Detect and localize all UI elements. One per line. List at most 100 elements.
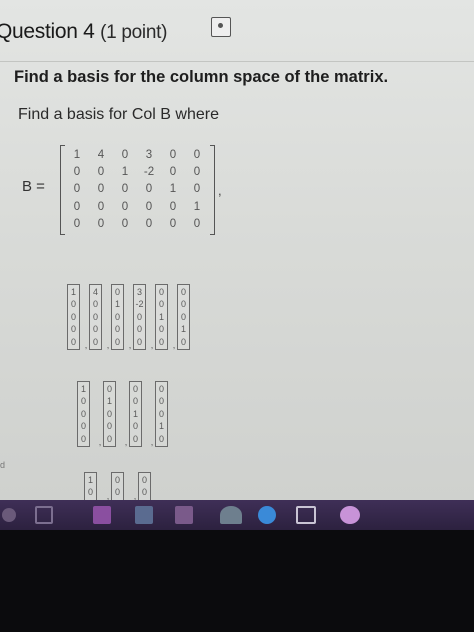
vector-entry: 1 bbox=[106, 396, 112, 407]
vector-entry: 0 bbox=[114, 336, 120, 347]
vector-entry: -2 bbox=[135, 299, 144, 310]
matrix-cell: 0 bbox=[145, 200, 153, 213]
vector: 00010 bbox=[155, 381, 168, 448]
app-icon[interactable] bbox=[93, 506, 111, 524]
vector-entry: 0 bbox=[141, 487, 147, 498]
vector: 00010 bbox=[177, 284, 190, 351]
vector-entry: 0 bbox=[136, 324, 142, 335]
vector-entry: 0 bbox=[92, 311, 98, 322]
matrix-cell: -2 bbox=[143, 166, 155, 179]
vector-entry: 0 bbox=[158, 287, 164, 297]
task-view-icon[interactable] bbox=[35, 506, 53, 524]
vector: 3 -2 0 0 0 bbox=[133, 284, 146, 351]
matrix-cell: 3 bbox=[145, 149, 153, 161]
vector-entry: 1 bbox=[180, 324, 186, 335]
vector-entry: 0 bbox=[158, 384, 164, 394]
vector-entry: 0 bbox=[114, 487, 120, 498]
matrix-cell: 0 bbox=[73, 183, 81, 196]
vector-entry: 0 bbox=[141, 475, 147, 485]
vector-entry: 0 bbox=[132, 384, 138, 394]
vector-entry: 1 bbox=[70, 287, 76, 297]
taskbar bbox=[0, 500, 474, 530]
vector-entry: 0 bbox=[70, 299, 76, 310]
matrix-cell: 0 bbox=[121, 183, 129, 196]
question-header: Question 4 (1 point) bbox=[0, 0, 474, 62]
vector-entry: 0 bbox=[70, 324, 76, 335]
vector-entry: 0 bbox=[92, 324, 98, 335]
vector-entry: 0 bbox=[87, 487, 93, 498]
vector-entry: 1 bbox=[132, 408, 138, 419]
matrix-cell: 4 bbox=[97, 149, 105, 161]
browser-viewport: Question 4 (1 point) Find a basis for th… bbox=[0, 0, 474, 500]
vector-entry: 0 bbox=[70, 336, 76, 347]
vector-entry: 0 bbox=[80, 421, 86, 432]
matrix-cell: 1 bbox=[193, 200, 201, 213]
matrix-cell: 0 bbox=[97, 200, 105, 213]
answer-option-a[interactable]: 1 0 0 0 0, 4 0 0 0 0, 0 1 0 0 0, 3 -2 0 0 0, 0 0 1 0 0, 0 0 0 1 0 bbox=[67, 284, 193, 351]
matrix-cell: 0 bbox=[169, 149, 177, 161]
bookmark-icon[interactable] bbox=[211, 17, 231, 37]
vector-entry: 0 bbox=[180, 311, 186, 322]
vector-entry: 1 bbox=[80, 384, 86, 394]
vector-entry: 0 bbox=[114, 311, 120, 322]
question-subprompt: Find a basis for Col B where bbox=[18, 106, 219, 123]
vector-entry: 0 bbox=[70, 311, 76, 322]
vector-entry: 0 bbox=[158, 336, 164, 347]
app-icon[interactable] bbox=[340, 506, 360, 524]
matrix-cell: 0 bbox=[193, 217, 201, 230]
matrix-cell: 0 bbox=[169, 217, 177, 230]
answer-option-c[interactable]: 10,00,00 bbox=[84, 472, 159, 500]
store-icon[interactable] bbox=[175, 506, 193, 524]
vector: 01000 bbox=[111, 284, 124, 351]
matrix-cell: 0 bbox=[121, 200, 129, 213]
question-points: (1 point) bbox=[100, 22, 168, 43]
matrix-cell: 0 bbox=[169, 200, 177, 213]
vector-entry: 0 bbox=[106, 433, 112, 444]
vector-entry: 0 bbox=[114, 287, 120, 297]
vector-entry: 0 bbox=[136, 311, 142, 322]
matrix-cell: 1 bbox=[121, 166, 129, 179]
vector-entry: 0 bbox=[132, 421, 138, 432]
vector: 10000 bbox=[77, 381, 90, 448]
matrix-cell: 0 bbox=[193, 183, 201, 196]
window-icon[interactable] bbox=[296, 506, 316, 524]
vector-entry: 0 bbox=[80, 396, 86, 407]
matrix-cell: 0 bbox=[193, 149, 201, 161]
matrix-cell: 0 bbox=[193, 166, 201, 179]
vector: 00 bbox=[111, 472, 124, 500]
vector-entry: 0 bbox=[92, 299, 98, 310]
vector-entry: 4 bbox=[92, 287, 98, 297]
matrix-label: B = bbox=[22, 178, 45, 195]
vector-entry: 1 bbox=[114, 299, 120, 310]
matrix-cell: 0 bbox=[145, 217, 153, 230]
vector-entry: 0 bbox=[106, 384, 112, 394]
vector-entry: 0 bbox=[158, 433, 164, 444]
vector-entry: 0 bbox=[158, 324, 164, 335]
vector-entry: 1 bbox=[87, 475, 93, 485]
answer-option-b[interactable]: 10000,01000,00100,00010 bbox=[77, 381, 175, 448]
sidebar-fragment: d bbox=[0, 460, 6, 470]
vector: 00100 bbox=[155, 284, 168, 351]
browser-icon[interactable] bbox=[258, 506, 276, 524]
matrix-cell: 0 bbox=[97, 217, 105, 230]
matrix-cell: 0 bbox=[169, 166, 177, 179]
app-icon[interactable] bbox=[220, 506, 242, 524]
folder-icon[interactable] bbox=[135, 506, 153, 524]
vector-entry: 0 bbox=[132, 396, 138, 407]
matrix-cell: 0 bbox=[73, 200, 81, 213]
vector-entry: 0 bbox=[114, 475, 120, 485]
matrix-cell: 0 bbox=[73, 217, 81, 230]
vector-entry: 3 bbox=[136, 287, 142, 297]
vector-entry: 0 bbox=[106, 421, 112, 432]
question-number: Question 4 bbox=[0, 20, 95, 43]
matrix-bracket: 1 4 0 3 0 0 0 0 1 -2 0 0 0 0 0 0 1 0 0 0 0 0 0 1 0 0 0 0 0 0 bbox=[60, 145, 215, 235]
start-icon[interactable] bbox=[2, 508, 16, 522]
vector-entry: 0 bbox=[180, 336, 186, 347]
vector-entry: 0 bbox=[180, 287, 186, 297]
vector-entry: 0 bbox=[158, 408, 164, 419]
question-title: Question 4 (1 point) bbox=[0, 20, 167, 44]
vector-entry: 0 bbox=[106, 408, 112, 419]
vector-entry: 0 bbox=[180, 299, 186, 310]
matrix-cell: 0 bbox=[73, 166, 81, 179]
question-prompt: Find a basis for the column space of the… bbox=[14, 68, 389, 86]
